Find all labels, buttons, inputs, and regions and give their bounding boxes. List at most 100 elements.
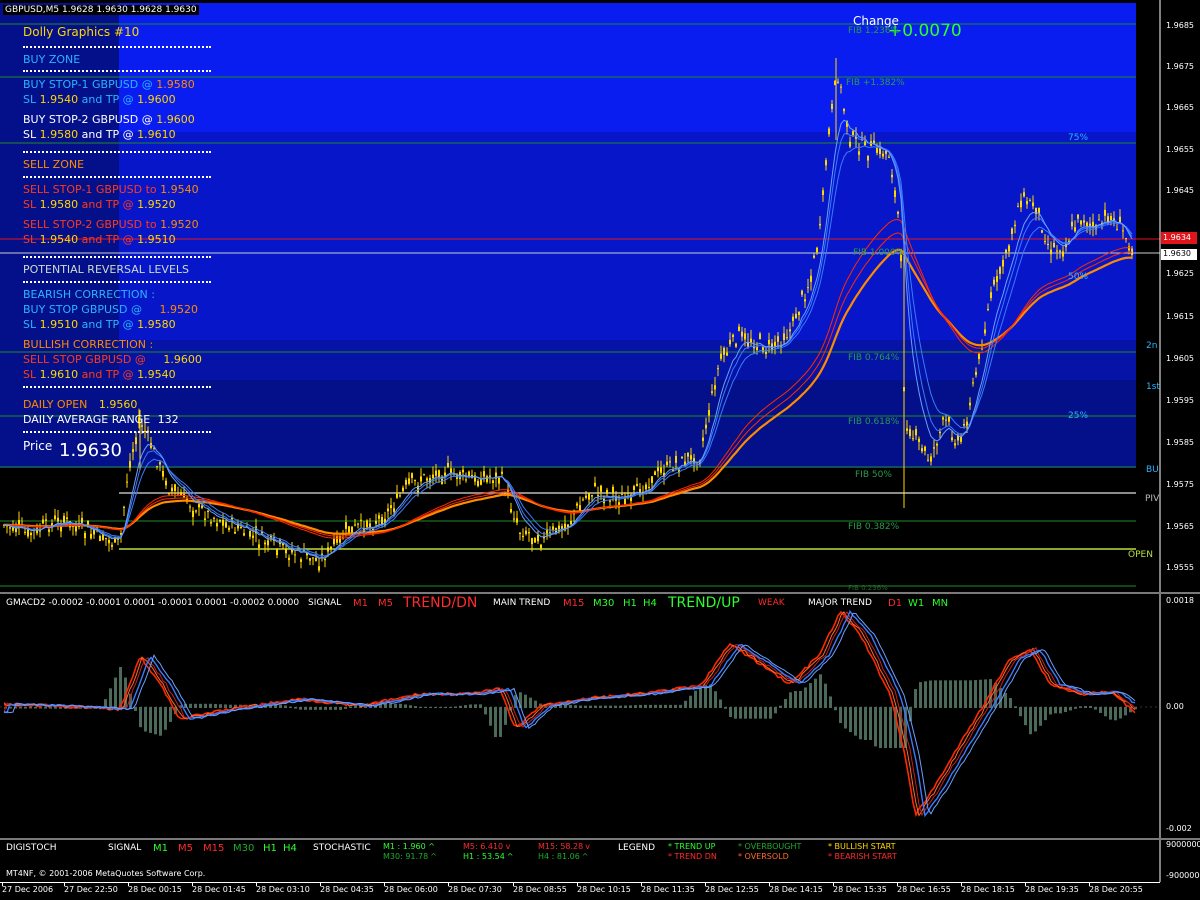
osc-major-trend-label: MAJOR TREND [808, 598, 872, 608]
histogram-bar [769, 707, 772, 719]
candle-body [975, 371, 977, 376]
candle-body [1116, 229, 1118, 231]
histogram-bar [24, 707, 27, 709]
histogram-bar [979, 679, 982, 708]
histogram-bar [1079, 706, 1082, 708]
candle-body [648, 486, 650, 488]
time-axis-tick [2, 882, 3, 886]
candle-body [702, 437, 704, 441]
candle-body [492, 480, 494, 484]
time-axis-label: 28 Dec 06:00 [384, 885, 438, 894]
histogram-bar [479, 704, 482, 708]
candle-body [579, 505, 581, 511]
candle-body [1098, 219, 1100, 221]
histogram-bar [1074, 707, 1077, 709]
histogram-bar [34, 707, 37, 709]
panel-title: Dolly Graphics #10 [23, 25, 140, 39]
candle-body [207, 510, 209, 513]
level-label-2nd: 2n [1146, 341, 1158, 351]
candle-body [357, 523, 359, 525]
histogram-bar [489, 707, 492, 726]
histogram-bar [534, 700, 537, 708]
legend-bullish-start: * BULLISH START [828, 842, 896, 851]
candle-body [1011, 228, 1013, 234]
candle-body [465, 479, 467, 481]
candle-body [930, 456, 932, 462]
candle-body [996, 276, 998, 282]
histogram-bar [329, 707, 332, 710]
histogram-bar [964, 680, 967, 708]
stoch-m30-value: M30: 91.78 ^ [383, 852, 437, 861]
candle-body [213, 517, 215, 519]
candle-body [1104, 209, 1106, 216]
candle-body [225, 522, 227, 528]
histogram-bar [484, 707, 487, 715]
histogram-bar [859, 707, 862, 740]
candle-body [858, 151, 860, 155]
candle-body [366, 520, 368, 528]
histogram-bar [1064, 707, 1067, 713]
bullish-sell-line: SELL STOP GBPUSD @ 1.9600 [23, 353, 202, 366]
sell-stop-1-sltp: SL 1.9580 and TP @ 1.9520 [23, 198, 176, 211]
candle-body [519, 532, 521, 534]
stoch-m1-value: M1 : 1.960 ^ [383, 842, 435, 851]
candle-body [906, 428, 908, 431]
gmacd-oscillator-pane[interactable] [0, 594, 1200, 838]
time-axis-line [0, 882, 1160, 883]
histogram-bar [1009, 698, 1012, 708]
histogram-bar [409, 705, 412, 708]
candle-body [708, 409, 710, 416]
candle-body [690, 455, 692, 460]
time-axis-tick [320, 882, 321, 886]
candle-body [234, 531, 236, 534]
candle-body [621, 494, 623, 496]
candle-body [537, 534, 539, 542]
candle-body [438, 470, 440, 478]
candle-body [111, 544, 113, 547]
daily-open-line: DAILY OPEN 1.9560 [23, 398, 138, 411]
candle-body [126, 481, 128, 483]
candle-body [414, 480, 416, 482]
histogram-bar [389, 703, 392, 708]
histogram-bar [214, 703, 217, 708]
candle-body [660, 467, 662, 473]
histogram-bar [579, 705, 582, 708]
osc-weak: WEAK [758, 598, 785, 608]
histogram-bar [594, 705, 597, 708]
candle-body [807, 287, 809, 289]
candle-body [765, 351, 767, 355]
bearish-sltp: SL 1.9510 and TP @ 1.9580 [23, 318, 176, 331]
histogram-bar [459, 705, 462, 708]
stoch-m5: M5 [178, 843, 193, 854]
histogram-bar [1029, 707, 1032, 735]
price-axis-label: 1.9625 [1166, 269, 1194, 278]
histogram-bar [874, 707, 877, 747]
time-axis-label: 27 Dec 22:50 [64, 885, 118, 894]
histogram-bar [109, 688, 112, 708]
histogram-bar [799, 691, 802, 708]
candle-body [162, 470, 164, 477]
candle-body [153, 448, 155, 450]
candle-body [228, 527, 230, 530]
candle-body [171, 487, 173, 492]
reversal-label: POTENTIAL REVERSAL LEVELS [23, 263, 190, 276]
level-label-1st: 1st [1146, 382, 1160, 392]
sell-stop-2-sltp: SL 1.9540 and TP @ 1.9510 [23, 233, 176, 246]
divider [23, 151, 211, 153]
fib-label: FIB 1.236% [848, 26, 900, 36]
candle-body [48, 529, 50, 532]
histogram-bar [1014, 706, 1017, 708]
time-axis-label: 28 Dec 10:15 [577, 885, 631, 894]
histogram-bar [444, 707, 447, 708]
divider [23, 176, 211, 178]
legend-trend-dn: * TREND DN [668, 852, 717, 861]
candle-body [336, 536, 338, 543]
candle-body [318, 566, 320, 571]
candle-body [801, 290, 803, 295]
candle-body [588, 493, 590, 500]
candle-body [276, 548, 278, 556]
time-axis-tick [256, 882, 257, 886]
candle-body [540, 544, 542, 549]
histogram-bar [629, 705, 632, 708]
histogram-bar [494, 707, 497, 738]
